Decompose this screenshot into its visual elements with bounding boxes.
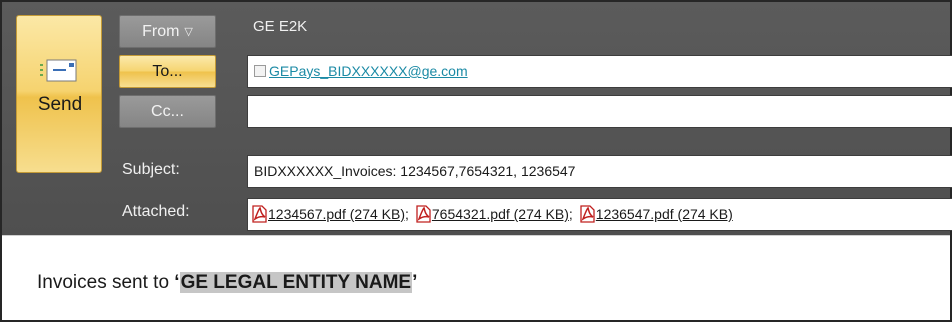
from-account: GE E2K [253,18,308,35]
to-field[interactable]: GEPays_BIDXXXXXX@ge.com [247,55,952,88]
attachments-field[interactable]: 1234567.pdf (274 KB); 7654321.pdf (274 KB… [247,198,952,231]
body-close-quote: ’ [412,272,418,293]
cc-button[interactable]: Cc... [119,95,216,128]
message-body[interactable]: Invoices sent to ‘GE LEGAL ENTITY NAME’ [37,272,417,294]
body-prefix: Invoices sent to [37,272,175,293]
to-recipient[interactable]: GEPays_BIDXXXXXX@ge.com [269,63,468,79]
attachment-name: 7654321.pdf (274 KB) [431,206,569,222]
attached-label: Attached: [122,203,190,220]
body-open-quote: ‘ [174,272,180,293]
attachment-item[interactable]: 1236547.pdf (274 KB) [579,199,733,230]
attachment-separator: ; [568,206,573,222]
attachment-item[interactable]: 7654321.pdf (274 KB) [415,199,569,230]
envelope-send-icon [40,59,77,82]
pdf-file-icon [252,205,267,223]
attachment-separator: ; [405,206,409,222]
from-button-label: From [142,23,180,40]
to-button[interactable]: To... [119,55,216,88]
legal-entity-name: GE LEGAL ENTITY NAME [179,272,413,293]
cc-field[interactable] [247,95,952,128]
pdf-file-icon [580,205,595,223]
recipient-checkbox-icon [254,65,266,77]
caret-down-icon: ▽ [184,26,193,38]
pdf-file-icon [416,205,431,223]
send-button[interactable]: Send [16,15,102,173]
attachment-name: 1234567.pdf (274 KB) [268,206,405,222]
attachment-name: 1236547.pdf (274 KB) [595,206,733,222]
header-body-divider [2,235,950,236]
from-button[interactable]: From ▽ [119,15,216,48]
send-label: Send [37,94,83,115]
subject-field[interactable]: BIDXXXXXX_Invoices: 1234567,7654321, 123… [247,155,952,188]
subject-label: Subject: [122,161,180,178]
message-header: Send From ▽ GE E2K To... GEPays_BIDXXXXXX… [2,2,952,235]
attachment-item[interactable]: 1234567.pdf (274 KB) [251,199,405,230]
